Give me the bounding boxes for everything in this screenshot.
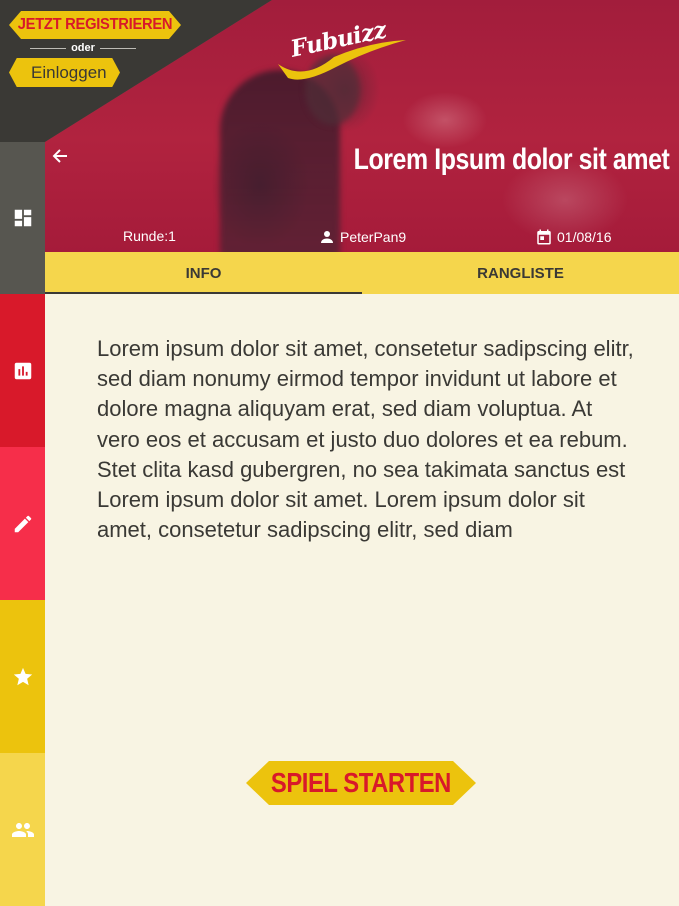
date-info: 01/08/16 <box>535 228 612 246</box>
description-text: Lorem ipsum dolor sit amet, consetetur s… <box>97 336 634 543</box>
round-info: Runde:1 <box>123 228 176 244</box>
user-info: PeterPan9 <box>318 228 406 246</box>
date-label: 01/08/16 <box>557 229 612 245</box>
bar-chart-icon <box>14 362 31 379</box>
sidebar-item-friends[interactable] <box>0 753 45 906</box>
people-icon <box>11 822 34 837</box>
sidebar-item-favorites[interactable] <box>0 600 45 753</box>
person-icon <box>321 231 333 243</box>
register-button[interactable]: JETZT REGISTRIEREN <box>9 11 182 39</box>
dashboard-icon <box>14 209 31 227</box>
or-divider-line <box>30 47 67 49</box>
register-button-label: JETZT REGISTRIEREN <box>17 16 173 33</box>
sidebar-nav <box>0 142 45 906</box>
username-label: PeterPan9 <box>340 229 407 245</box>
pencil-icon <box>14 515 31 532</box>
tab-ranking-label: RANGLISTE <box>477 264 564 282</box>
start-game-label: SPIEL STARTEN <box>270 767 452 798</box>
calendar-icon <box>537 229 551 245</box>
or-divider: oder <box>30 41 136 55</box>
back-arrow-icon[interactable] <box>49 145 71 167</box>
or-label: oder <box>71 42 95 54</box>
info-content: Lorem ipsum dolor sit amet, consetetur s… <box>45 294 679 906</box>
app-logo[interactable]: Fubuizz <box>274 12 408 82</box>
login-button-label: Einloggen <box>31 62 107 82</box>
sidebar-item-dashboard[interactable] <box>0 142 45 294</box>
sidebar-item-edit[interactable] <box>0 447 45 600</box>
star-icon <box>13 667 32 685</box>
tab-info[interactable]: INFO <box>45 252 362 294</box>
start-game-button[interactable]: SPIEL STARTEN <box>246 761 476 805</box>
tab-info-label: INFO <box>185 264 222 282</box>
login-button[interactable]: Einloggen <box>9 58 120 87</box>
tab-ranking[interactable]: RANGLISTE <box>362 252 679 294</box>
round-label: Runde:1 <box>123 228 176 244</box>
page-title: Lorem Ipsum dolor sit amet <box>353 143 669 176</box>
tab-bar: INFO RANGLISTE <box>45 252 679 294</box>
sidebar-item-stats[interactable] <box>0 294 45 447</box>
or-divider-line <box>99 47 136 49</box>
